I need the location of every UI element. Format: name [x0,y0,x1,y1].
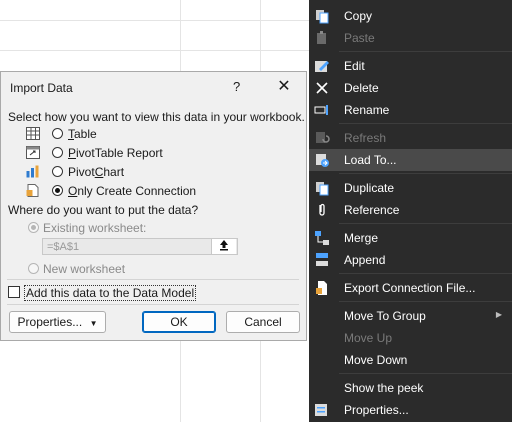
divider [7,279,299,280]
properties-button[interactable]: Properties... ▼ [9,311,106,333]
menu-item-move-up[interactable]: Move Up [309,327,512,349]
menu-separator [339,273,512,274]
menu-item-label: Edit [344,59,365,73]
menu-item-move-down[interactable]: Move Down [309,349,512,371]
close-button[interactable]: ✕ [274,76,294,96]
menu-item-label: Append [344,253,386,267]
menu-item-paste[interactable]: Paste [309,27,512,49]
import-data-dialog: Import Data ? ✕ Select how you want to v… [0,71,307,341]
pivotchart-radio[interactable] [52,166,63,177]
menu-item-label: Properties... [344,403,409,417]
data-model-checkbox[interactable] [8,286,20,298]
menu-item-label: Reference [344,203,400,217]
menu-item-rename[interactable]: Rename [309,99,512,121]
menu-item-copy[interactable]: Copy [309,5,512,27]
table-option-label[interactable]: Table [68,127,97,141]
menu-separator [339,173,512,174]
menu-item-label: Move Up [344,331,393,345]
menu-item-properties[interactable]: Properties... [309,399,512,421]
delete-icon [316,82,328,94]
label-text: nly Create Connection [77,184,197,198]
label-text: able [74,127,97,141]
pivottable-radio[interactable] [52,147,63,158]
dropdown-arrow-icon: ▼ [89,319,98,328]
existing-worksheet-label: Existing worksheet: [43,221,147,235]
submenu-arrow-icon: ▶ [495,310,502,319]
menu-item-load-to[interactable]: Load To... [309,149,512,171]
only-create-connection-radio[interactable] [52,185,63,196]
paste-icon [317,31,326,44]
menu-item-merge[interactable]: Merge [309,227,512,249]
reference-icon [319,203,325,216]
export-icon [316,281,327,295]
menu-item-delete[interactable]: Delete [309,77,512,99]
duplicate-icon [316,182,329,196]
ok-button[interactable]: OK [142,311,216,333]
table-icon [26,127,40,140]
pivottable-option-label[interactable]: PivotTable Report [68,146,163,160]
menu-item-label: Copy [344,9,373,23]
menu-item-label: Paste [344,31,375,45]
menu-item-export-connection-file[interactable]: Export Connection File... [309,277,512,299]
data-model-label[interactable]: Add this data to the Data Model [24,285,197,301]
properties-icon [315,404,327,416]
merge-icon [315,231,329,245]
collapse-dialog-button[interactable] [211,239,236,254]
label-text: hart [103,165,125,179]
menu-item-edit[interactable]: Edit [309,55,512,77]
pivotchart-icon [26,165,39,178]
put-data-prompt: Where do you want to put the data? [8,203,199,217]
divider [7,304,299,305]
pivottable-icon [26,146,40,159]
label-text: Pivot [68,165,95,179]
append-icon [316,253,328,266]
menu-separator [339,373,512,374]
menu-separator [339,223,512,224]
existing-worksheet-radio[interactable] [28,222,39,233]
menu-item-move-to-group[interactable]: Move To Group ▶ [309,305,512,327]
menu-item-refresh[interactable]: Refresh [309,127,512,149]
menu-item-label: Duplicate [344,181,395,195]
menu-separator [339,51,512,52]
help-button[interactable]: ? [233,79,240,94]
dialog-title: Import Data [10,81,73,95]
label-accelerator: P [68,146,77,160]
menu-item-label: Show the peek [344,381,424,395]
load-to-icon [316,154,329,167]
label-text: ivotTable Report [76,146,163,160]
menu-item-reference[interactable]: Reference [309,199,512,221]
cancel-button[interactable]: Cancel [226,311,300,333]
connection-icon [26,184,39,197]
properties-button-label: Properties... [17,315,83,329]
existing-worksheet-input[interactable]: =$A$1 [42,238,238,255]
pivotchart-option-label[interactable]: PivotChart [68,165,124,179]
edit-icon [315,61,329,72]
collapse-arrow-icon [220,240,228,251]
new-worksheet-label: New worksheet [43,262,126,276]
menu-item-label: Refresh [344,131,387,145]
menu-item-label: Move To Group [344,309,426,323]
query-context-menu: Copy Paste Edit Delete Rename Refresh Lo… [309,0,512,422]
menu-item-label: Merge [344,231,379,245]
view-prompt: Select how you want to view this data in… [8,110,305,124]
menu-separator [339,301,512,302]
refresh-icon [316,132,330,143]
table-radio[interactable] [52,128,63,139]
menu-item-append[interactable]: Append [309,249,512,271]
menu-separator [339,123,512,124]
menu-item-label: Delete [344,81,379,95]
menu-item-label: Move Down [344,353,408,367]
menu-item-duplicate[interactable]: Duplicate [309,177,512,199]
menu-item-show-the-peek[interactable]: Show the peek [309,377,512,399]
only-create-connection-label[interactable]: Only Create Connection [68,184,196,198]
menu-item-label: Export Connection File... [344,281,476,295]
rename-icon [314,105,328,115]
new-worksheet-radio[interactable] [28,263,39,274]
menu-item-label: Rename [344,103,390,117]
menu-item-label: Load To... [344,153,397,167]
label-accelerator: O [68,184,78,198]
copy-icon [316,10,329,24]
